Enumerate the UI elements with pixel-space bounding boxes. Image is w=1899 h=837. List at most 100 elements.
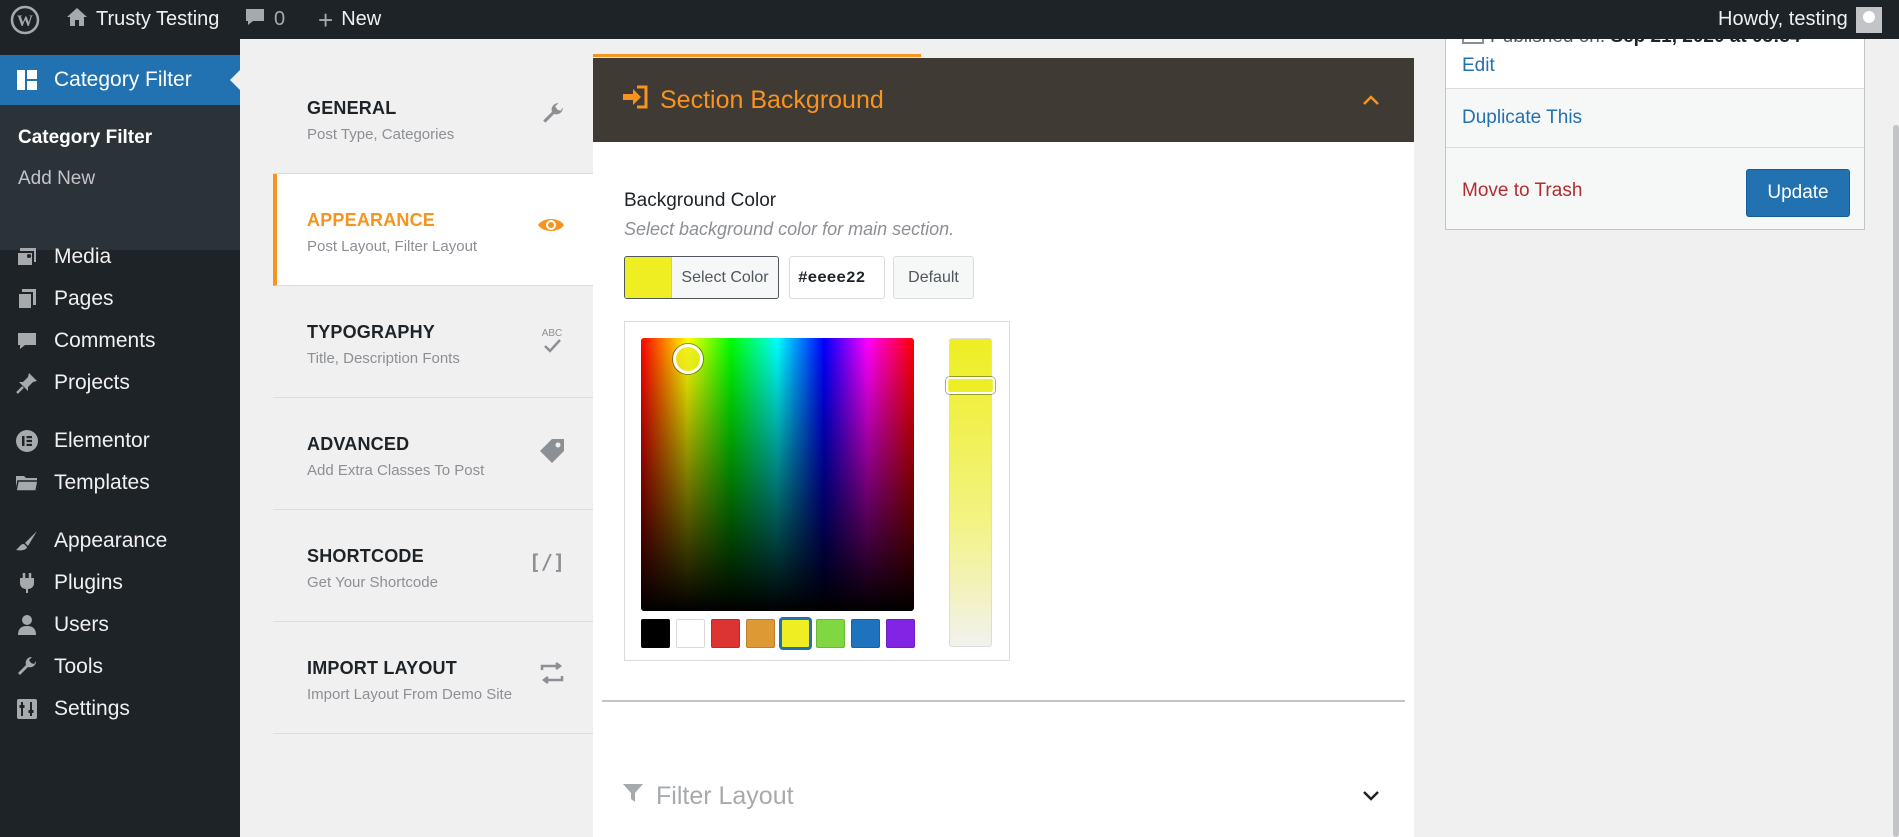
sidebar-item-appearance[interactable]: Appearance <box>0 520 240 562</box>
palette-swatch[interactable] <box>676 619 705 648</box>
sidebar-item-category-filter[interactable]: Category Filter <box>0 55 240 105</box>
tab-general[interactable]: GENERAL Post Type, Categories <box>273 62 593 174</box>
progress-indicator <box>593 54 921 57</box>
tab-subtitle: Post Type, Categories <box>307 126 455 143</box>
lightness-slider[interactable] <box>946 338 995 647</box>
eye-icon <box>537 214 565 242</box>
select-color-label: Select Color <box>681 268 769 286</box>
tab-subtitle: Post Layout, Filter Layout <box>307 238 478 255</box>
submenu-item-category-filter[interactable]: Category Filter <box>18 127 152 149</box>
comments-link[interactable]: 0 <box>244 0 285 39</box>
tab-subtitle: Get Your Shortcode <box>307 574 438 591</box>
comment-icon <box>244 7 266 33</box>
svg-text:W: W <box>17 13 33 30</box>
svg-text:ABC: ABC <box>542 328 563 339</box>
filter-layout-header[interactable]: Filter Layout <box>593 756 1414 837</box>
palette-swatch[interactable] <box>851 619 880 648</box>
update-button[interactable]: Update <box>1746 169 1850 217</box>
shortcode-icon: [/] <box>528 550 565 574</box>
tab-title: GENERAL <box>307 98 397 118</box>
duplicate-link[interactable]: Duplicate This <box>1462 107 1582 129</box>
user-icon <box>0 614 54 636</box>
publish-box: Published on: Sep 21, 2020 at 05:34 Edit… <box>1445 23 1865 230</box>
brush-icon <box>0 530 54 552</box>
wordpress-icon[interactable]: W <box>10 0 40 39</box>
plug-icon <box>0 572 54 594</box>
current-color-swatch <box>625 257 672 298</box>
spectrum-handle[interactable] <box>673 344 703 374</box>
site-name-link[interactable]: Trusty Testing <box>66 0 219 39</box>
page-scrollbar[interactable] <box>1893 125 1899 837</box>
sidebar-item-media[interactable]: Media <box>0 236 240 278</box>
slider-handle[interactable] <box>946 377 995 394</box>
tab-advanced[interactable]: ADVANCED Add Extra Classes To Post <box>273 398 593 510</box>
sidebar-item-settings[interactable]: Settings <box>0 688 240 730</box>
tab-typography[interactable]: TYPOGRAPHY Title, Description Fonts ABC <box>273 286 593 398</box>
filter-layout-title: Filter Layout <box>656 782 794 810</box>
select-color-button[interactable]: Select Color <box>624 256 779 299</box>
color-picker <box>624 321 1010 661</box>
color-palette <box>641 617 915 650</box>
sidebar-item-label: Comments <box>54 329 156 352</box>
sidebar-item-label: Plugins <box>54 571 123 594</box>
sidebar-item-label: Appearance <box>54 529 168 552</box>
main-panel: Section Background Background Color Sele… <box>593 39 1414 837</box>
tab-subtitle: Import Layout From Demo Site <box>307 686 513 703</box>
sidebar-item-label: Templates <box>54 471 150 494</box>
pin-icon <box>0 372 54 394</box>
sidebar-item-label: Pages <box>54 287 114 310</box>
palette-swatch[interactable] <box>711 619 740 648</box>
tab-subtitle: Add Extra Classes To Post <box>307 462 485 479</box>
site-name: Trusty Testing <box>96 8 220 30</box>
tab-import-layout[interactable]: IMPORT LAYOUT Import Layout From Demo Si… <box>273 622 593 734</box>
section-title: Section Background <box>660 85 884 114</box>
sidebar-item-templates[interactable]: Templates <box>0 462 240 504</box>
palette-swatch[interactable] <box>816 619 845 648</box>
chevron-up-icon[interactable] <box>1362 86 1380 112</box>
folder-icon <box>0 473 54 493</box>
sign-in-icon <box>622 85 648 116</box>
comments-count: 0 <box>274 8 286 30</box>
tab-title: APPEARANCE <box>307 210 436 230</box>
sidebar-item-label: Users <box>54 613 109 636</box>
move-to-trash-link[interactable]: Move to Trash <box>1462 180 1582 202</box>
new-label: New <box>341 8 382 30</box>
tab-title: SHORTCODE <box>307 546 424 566</box>
palette-swatch[interactable] <box>641 619 670 648</box>
sidebar-item-label: Settings <box>54 697 130 720</box>
field-description: Select background color for main section… <box>624 219 955 239</box>
palette-swatch-selected[interactable] <box>779 617 812 650</box>
sidebar-item-label: Category Filter <box>54 68 192 91</box>
sidebar-item-pages[interactable]: Pages <box>0 278 240 320</box>
sidebar-item-users[interactable]: Users <box>0 604 240 646</box>
palette-swatch[interactable] <box>886 619 915 648</box>
avatar <box>1855 6 1882 33</box>
sidebar-item-label: Tools <box>54 655 104 678</box>
chevron-down-icon[interactable] <box>1362 782 1380 808</box>
sidebar-item-tools[interactable]: Tools <box>0 646 240 688</box>
new-content-link[interactable]: + New <box>318 0 381 39</box>
tag-icon <box>539 438 565 471</box>
wrench-icon <box>0 656 54 678</box>
tab-shortcode[interactable]: SHORTCODE Get Your Shortcode [/] <box>273 510 593 622</box>
palette-swatch[interactable] <box>746 619 775 648</box>
default-button[interactable]: Default <box>893 256 974 299</box>
tab-title: TYPOGRAPHY <box>307 322 436 342</box>
sidebar-item-projects[interactable]: Projects <box>0 362 240 404</box>
settings-icon <box>0 698 54 720</box>
sidebar-item-plugins[interactable]: Plugins <box>0 562 240 604</box>
color-spectrum[interactable] <box>641 338 914 611</box>
settings-tabs: GENERAL Post Type, Categories APPEARANCE… <box>240 39 593 837</box>
edit-date-link[interactable]: Edit <box>1462 55 1495 77</box>
howdy-text: Howdy, testing <box>1718 8 1848 30</box>
sidebar-item-label: Media <box>54 245 112 268</box>
sidebar-item-elementor[interactable]: Elementor <box>0 420 240 462</box>
section-background-header[interactable]: Section Background <box>593 58 1414 142</box>
tab-appearance[interactable]: APPEARANCE Post Layout, Filter Layout <box>273 174 593 286</box>
submenu-item-add-new[interactable]: Add New <box>18 168 95 190</box>
account-menu-overlay[interactable]: Howdy, testing <box>1718 0 1882 39</box>
tab-subtitle: Title, Description Fonts <box>307 350 460 367</box>
hex-color-input[interactable] <box>789 256 885 299</box>
sidebar-item-comments[interactable]: Comments <box>0 320 240 362</box>
media-icon <box>0 246 54 268</box>
